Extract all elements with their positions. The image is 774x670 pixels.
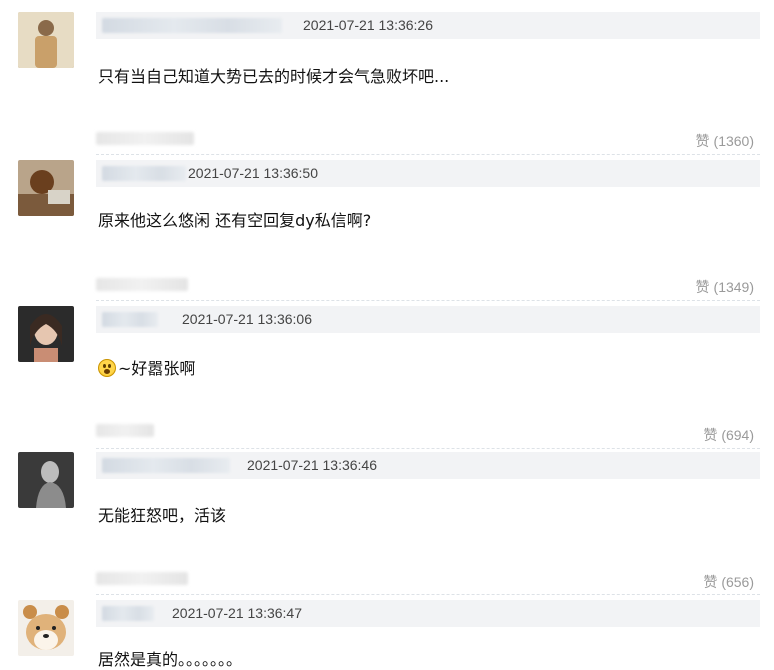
like-label: 赞 bbox=[695, 279, 710, 295]
comment-header: 2021-07-21 13:36:47 bbox=[96, 600, 760, 627]
avatar[interactable] bbox=[18, 452, 74, 508]
avatar[interactable] bbox=[18, 12, 74, 68]
comment-timestamp: 2021-07-21 13:36:50 bbox=[188, 165, 318, 181]
dog-photo-icon bbox=[18, 160, 74, 216]
shiba-dog-photo-icon bbox=[18, 600, 74, 656]
person-silhouette-icon bbox=[18, 12, 74, 68]
comment-timestamp: 2021-07-21 13:36:46 bbox=[247, 457, 377, 473]
username-blurred[interactable] bbox=[102, 166, 186, 181]
comment-text: 原来他这么悠闲 还有空回复dy私信啊? bbox=[98, 211, 372, 230]
comment-timestamp: 2021-07-21 13:36:47 bbox=[172, 605, 302, 621]
username-blurred[interactable] bbox=[102, 606, 154, 621]
username-blurred[interactable] bbox=[102, 458, 230, 473]
avatar[interactable] bbox=[18, 160, 74, 216]
portrait-photo-icon bbox=[18, 306, 74, 362]
divider bbox=[96, 300, 760, 301]
like-count: (1360) bbox=[713, 133, 754, 149]
comment-text: 无能狂怒吧，活该 bbox=[98, 506, 227, 525]
comment-header: 2021-07-21 13:36:06 bbox=[96, 306, 760, 333]
like-button[interactable]: 赞 (1360) bbox=[696, 131, 754, 151]
comment-header: 2021-07-21 13:36:26 bbox=[96, 12, 760, 39]
like-button[interactable]: 赞 (1349) bbox=[696, 277, 754, 297]
like-button[interactable]: 赞 (656) bbox=[703, 572, 754, 592]
like-label: 赞 bbox=[695, 133, 710, 149]
bw-portrait-photo-icon bbox=[18, 452, 74, 508]
like-count: (656) bbox=[721, 574, 754, 590]
comment-timestamp: 2021-07-21 13:36:26 bbox=[303, 17, 433, 33]
comment-text: 只有当自己知道大势已去的时候才会气急败坏吧... bbox=[98, 67, 450, 86]
like-label: 赞 bbox=[703, 427, 718, 443]
reply-blurred bbox=[96, 278, 188, 291]
username-blurred[interactable] bbox=[102, 18, 282, 33]
like-count: (1349) bbox=[713, 279, 754, 295]
like-button[interactable]: 赞 (694) bbox=[703, 425, 754, 445]
comment-header: 2021-07-21 13:36:50 bbox=[96, 160, 760, 187]
divider bbox=[96, 154, 760, 155]
comment-text: ~好嚣张啊 bbox=[98, 355, 195, 379]
divider bbox=[96, 448, 760, 449]
comment-text-content: ~好嚣张啊 bbox=[118, 359, 196, 378]
reply-blurred bbox=[96, 572, 188, 585]
like-count: (694) bbox=[721, 427, 754, 443]
avatar[interactable] bbox=[18, 600, 74, 656]
astonished-face-icon bbox=[98, 359, 116, 377]
comment-timestamp: 2021-07-21 13:36:06 bbox=[182, 311, 312, 327]
reply-blurred bbox=[96, 424, 154, 437]
comment-header: 2021-07-21 13:36:46 bbox=[96, 452, 760, 479]
comment-text: 居然是真的。。。。。。。 bbox=[98, 650, 243, 669]
avatar[interactable] bbox=[18, 306, 74, 362]
divider bbox=[96, 594, 760, 595]
username-blurred[interactable] bbox=[102, 312, 158, 327]
reply-blurred bbox=[96, 132, 194, 145]
like-label: 赞 bbox=[703, 574, 718, 590]
